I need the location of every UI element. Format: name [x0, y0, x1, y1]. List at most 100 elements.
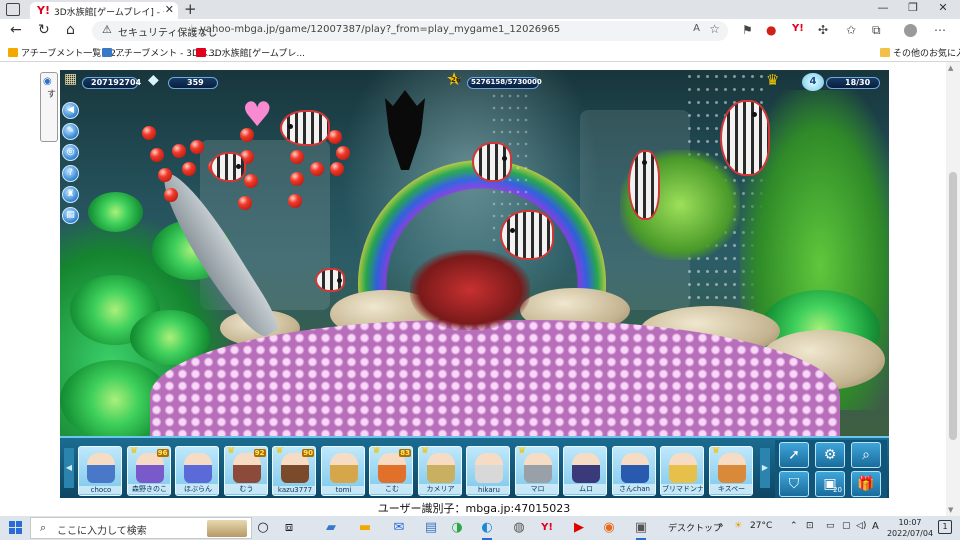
app-icon[interactable]: ◍ — [510, 519, 528, 537]
butterflyfish[interactable] — [720, 100, 770, 176]
edit-icon[interactable]: ✎ — [62, 123, 79, 140]
butterflyfish[interactable] — [280, 110, 330, 146]
red-ornament — [336, 146, 350, 160]
yahoo-extension-icon[interactable]: Y! — [792, 23, 804, 34]
extensions-icon[interactable]: ✣ — [818, 23, 828, 37]
pointer-tool-icon[interactable]: ➚ — [779, 442, 809, 468]
battery-icon[interactable]: ▭ — [826, 521, 835, 531]
friend-card[interactable]: ♛ 90 kazu3777 — [272, 446, 316, 496]
scrollbar-thumb[interactable] — [949, 172, 957, 440]
friend-avatar — [184, 453, 212, 483]
back-icon[interactable]: ← — [10, 22, 22, 38]
new-tab-icon[interactable]: + — [184, 0, 197, 18]
favorites-icon[interactable]: ✩ — [846, 23, 856, 37]
mail-icon[interactable]: ✉ — [390, 519, 408, 537]
network-status-icon[interactable]: ⊡ — [806, 521, 814, 531]
album-icon[interactable]: ▤ — [62, 207, 79, 224]
tab-actions-icon[interactable] — [6, 3, 20, 16]
friend-card[interactable]: ほぶらん — [175, 446, 219, 496]
friend-card[interactable]: さんchan — [611, 446, 656, 496]
refresh-icon[interactable]: ↻ — [38, 22, 50, 38]
url-box[interactable]: ⚠ セキュリティ保護なし | yahoo-mbga.jp/game/120073… — [92, 21, 728, 41]
butterflyfish[interactable] — [315, 268, 345, 292]
display-icon[interactable]: ▢ — [842, 521, 851, 531]
storage-tool-icon[interactable]: ▣ 20 — [815, 471, 845, 497]
home-icon[interactable]: ⌂ — [66, 22, 75, 38]
butterflyfish[interactable] — [500, 210, 554, 260]
friend-card[interactable]: tomi — [320, 446, 365, 496]
other-favorites[interactable]: その他のお気に入り — [880, 46, 960, 59]
ime-indicator[interactable]: A — [872, 521, 879, 532]
friend-card[interactable]: ムロ — [563, 446, 607, 496]
scroll-up-icon[interactable]: ▲ — [948, 64, 953, 72]
aquarium-game[interactable]: ♥ ▦ 207192704 ◆ 359 ★ 26 5276158/5730000… — [60, 70, 889, 498]
taskbar-search[interactable]: ⌕ ここに入力して検索 — [30, 517, 252, 539]
friend-card[interactable]: hikaru — [466, 446, 510, 496]
friend-card[interactable]: ♛ キスペー — [708, 446, 753, 496]
friend-card[interactable]: ♛ マロ — [514, 446, 559, 496]
widgets-app-icon[interactable]: ▰ — [322, 519, 340, 537]
browser-tab[interactable]: Y! 3D水族館[ゲームプレイ] - ゲームならYahoo!モバゲー ✕ — [30, 2, 178, 19]
heart-icon[interactable]: ♥ — [242, 98, 272, 132]
butterflyfish[interactable] — [210, 152, 246, 182]
youtube-icon[interactable]: ▶ — [570, 519, 588, 537]
temperature[interactable]: 27°C — [750, 521, 772, 531]
notification-center-icon[interactable]: 1 — [938, 520, 952, 534]
collections-icon[interactable]: ⧉ — [872, 23, 881, 38]
firefox-icon[interactable]: ◉ — [600, 519, 618, 537]
friend-card[interactable]: choco — [78, 446, 122, 496]
friend-avatar — [281, 453, 309, 483]
friend-card[interactable]: ブリマドンナ — [660, 446, 704, 496]
help-icon[interactable]: ? — [62, 165, 79, 182]
volume-icon[interactable]: ◁) — [856, 521, 866, 531]
file-explorer-icon[interactable]: ▬ — [356, 519, 374, 537]
maximize-icon[interactable]: ❐ — [898, 1, 928, 14]
read-aloud-icon[interactable]: A — [693, 23, 700, 34]
sound-icon[interactable]: ◀ — [62, 102, 79, 119]
bookmark-item[interactable]: 3D水族館[ゲームプレ... — [196, 46, 305, 59]
close-window-icon[interactable]: ✕ — [928, 1, 958, 14]
friend-name: ブリマドンナ — [661, 484, 704, 494]
url-text[interactable]: yahoo-mbga.jp/game/12007387/play?_from=p… — [200, 24, 560, 35]
gift-tool-icon[interactable]: 🎁 — [851, 471, 881, 497]
taskbar-clock[interactable]: 10:07 2022/07/04 — [886, 517, 934, 539]
friend-card[interactable]: ♛ 96 森野きのこ — [126, 446, 171, 496]
minimize-icon[interactable]: — — [868, 1, 898, 14]
desktop-label[interactable]: デスクトップ — [668, 521, 722, 534]
add-favorite-icon[interactable]: ☆ — [709, 22, 720, 36]
desktop-chevron-icon[interactable]: » — [718, 521, 724, 531]
profile-avatar[interactable] — [904, 24, 917, 37]
edge-browser-icon[interactable]: ◐ — [478, 519, 496, 540]
friend-card[interactable]: ♛ 83 こむ — [369, 446, 413, 496]
tray-overflow-icon[interactable]: ⌃ — [790, 521, 798, 531]
flag-icon[interactable]: ⚑ — [742, 23, 753, 37]
friend-card[interactable]: ♛ カメリア — [417, 446, 462, 496]
scroll-down-icon[interactable]: ▼ — [948, 506, 953, 514]
trophy-icon[interactable]: ♜ — [62, 186, 79, 203]
game-window-icon[interactable]: ▣ — [632, 519, 650, 540]
task-view-icon[interactable]: ⧈ — [280, 519, 298, 537]
friend-avatar — [378, 453, 406, 483]
shop-tool-icon[interactable]: ⛉ — [779, 471, 809, 497]
camera-icon[interactable]: ◎ — [62, 144, 79, 161]
close-tab-icon[interactable]: ✕ — [165, 3, 174, 16]
warning-icon[interactable]: ⚠ — [102, 23, 112, 36]
magnify-tool-icon[interactable]: ⌕ — [851, 442, 881, 468]
find-games-tab[interactable]: ◉ ゲームを探す — [40, 72, 68, 142]
store-icon[interactable]: ▤ — [422, 519, 440, 537]
weather-icon[interactable]: ☀ — [734, 521, 742, 531]
cortana-icon[interactable]: ○ — [254, 519, 272, 537]
friends-prev-icon[interactable]: ◀ — [64, 448, 74, 488]
friends-next-icon[interactable]: ▶ — [760, 448, 770, 488]
butterflyfish[interactable] — [472, 142, 512, 182]
more-menu-icon[interactable]: ⋯ — [934, 23, 946, 37]
friend-name: カメリア — [418, 484, 461, 494]
yahoo-app-icon[interactable]: Y! — [538, 519, 556, 537]
butterflyfish[interactable] — [628, 150, 660, 220]
friend-card[interactable]: ♛ 92 むう — [223, 446, 268, 496]
extension-red-icon[interactable]: ● — [766, 23, 776, 37]
feed-tool-icon[interactable]: ⚙ — [815, 442, 845, 468]
edge-dev-icon[interactable]: ◑ — [448, 519, 466, 537]
windows-start-icon[interactable] — [9, 521, 22, 534]
crown-icon[interactable]: ♛ — [766, 73, 779, 88]
